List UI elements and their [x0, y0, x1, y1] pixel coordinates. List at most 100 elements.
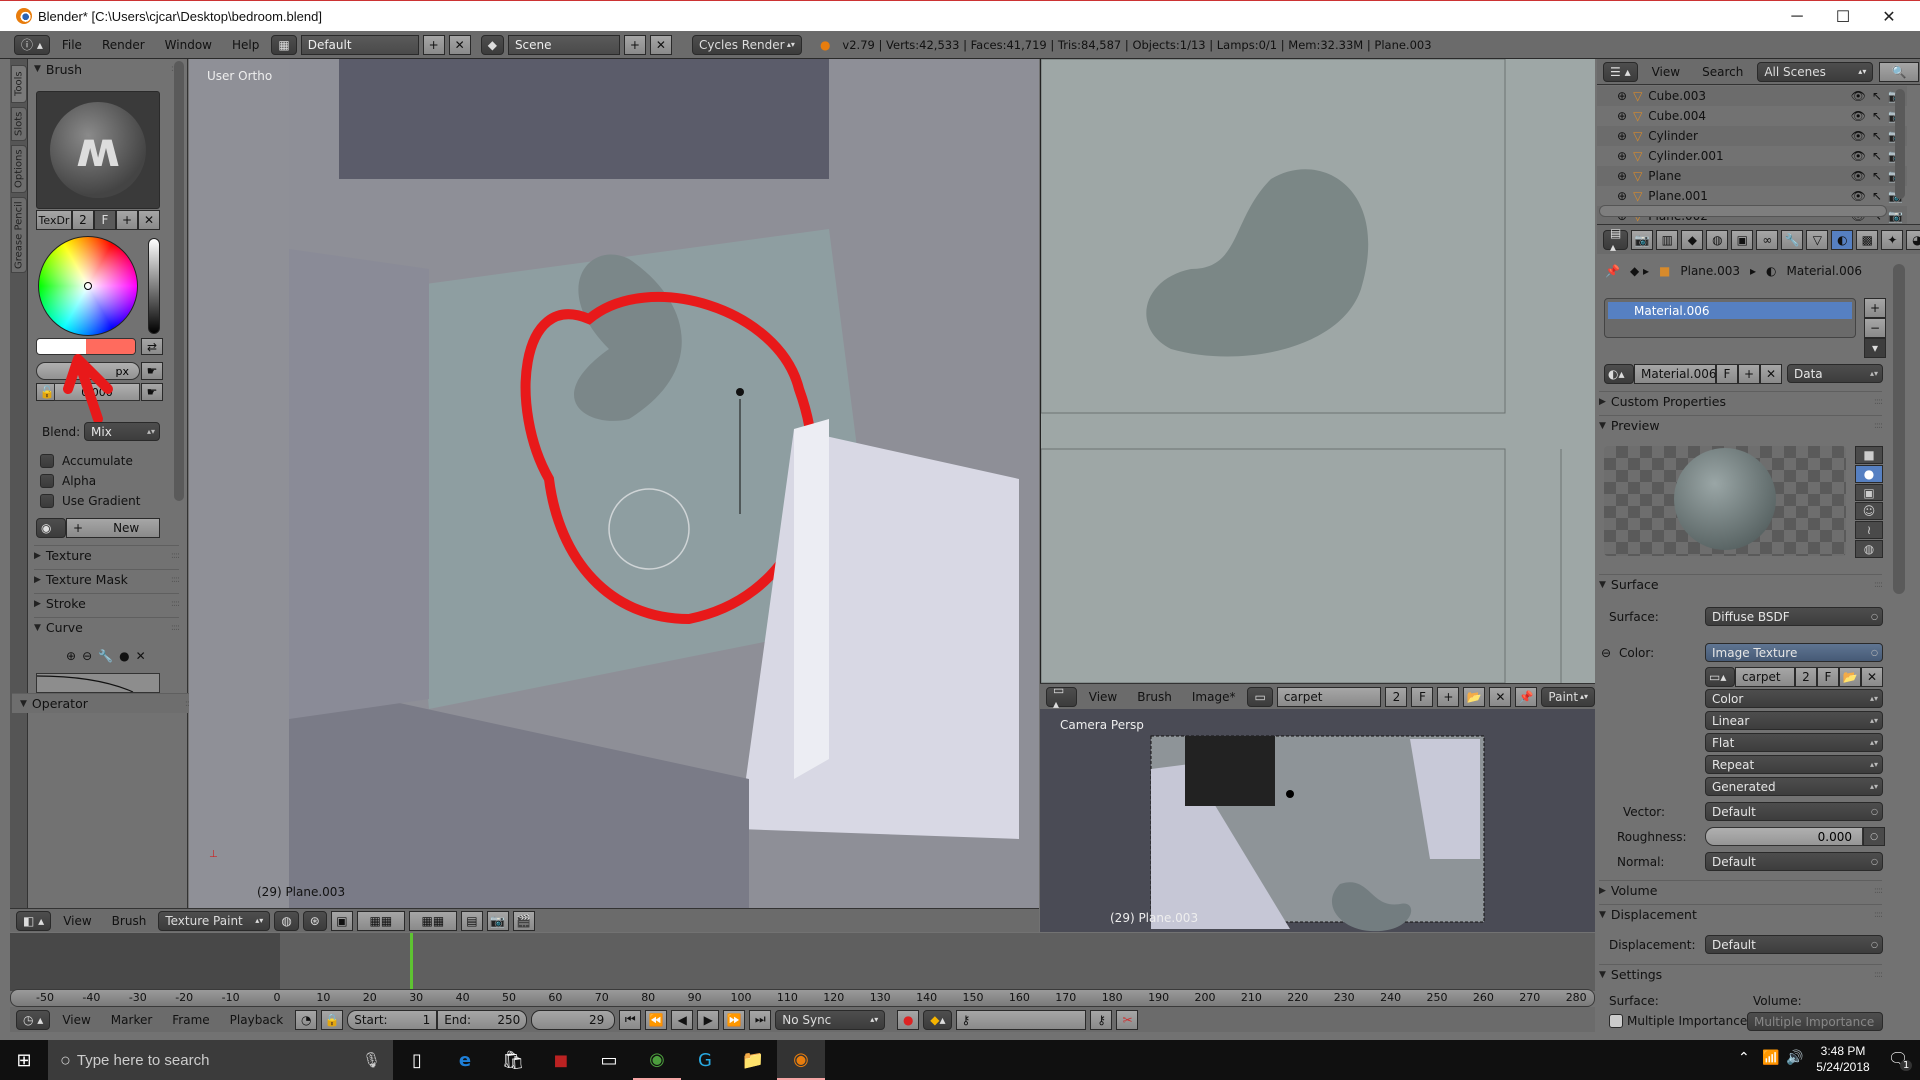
brush-preview[interactable]: ʍ [36, 91, 160, 209]
brush-users[interactable]: 2 [72, 210, 94, 230]
expand-icon[interactable]: ⊕ [1617, 129, 1627, 143]
brush-add-icon[interactable]: + [116, 210, 138, 230]
outliner-item[interactable]: ⊕▽Plane👁↖📷 [1597, 166, 1907, 186]
record-icon[interactable]: ● [897, 1009, 920, 1030]
object-tab-icon[interactable]: ▣ [1731, 229, 1754, 250]
menu-brush[interactable]: Brush [1129, 690, 1180, 704]
keying-set-field[interactable]: ⚷ [956, 1009, 1087, 1030]
open-image-icon[interactable]: 📂 [1463, 686, 1486, 707]
preview-hair-icon[interactable]: ≀ [1855, 521, 1883, 540]
physics-tab-icon[interactable]: ◕ [1906, 229, 1920, 250]
editor-type-outliner-icon[interactable]: ☰ ▴ [1603, 61, 1638, 82]
accumulate-checkbox[interactable] [40, 454, 54, 468]
brush-fake-user[interactable]: F [94, 210, 116, 230]
menu-brush[interactable]: Brush [104, 914, 155, 928]
search-icon[interactable]: 🔍 [1879, 61, 1920, 82]
menu-view[interactable]: View [55, 914, 99, 928]
insert-keyframe-icon[interactable]: ⚷ [1090, 1009, 1113, 1030]
visibility-eye-icon[interactable]: 👁 [1851, 189, 1866, 203]
color-space-dropdown[interactable]: Color ▴▾ [1705, 689, 1883, 708]
jump-start-icon[interactable]: ⏮ [619, 1009, 642, 1030]
image-field[interactable]: carpet [1735, 667, 1795, 687]
visibility-eye-icon[interactable]: 👁 [1851, 109, 1866, 123]
editor-type-timeline-icon[interactable]: ◷ ▴ [16, 1009, 51, 1030]
image-fake-user-toggle[interactable]: F [1817, 667, 1839, 687]
projection-dropdown[interactable]: Flat ▴▾ [1705, 733, 1883, 752]
image-fake-user[interactable]: F [1411, 686, 1434, 707]
preview-cube-icon[interactable]: ▣ [1855, 483, 1883, 502]
selectable-cursor-icon[interactable]: ↖ [1872, 169, 1882, 183]
start-windows-icon[interactable]: ⊞ [0, 1040, 48, 1080]
selectable-cursor-icon[interactable]: ↖ [1872, 89, 1882, 103]
start-frame-field[interactable]: Start: 1 [347, 1009, 438, 1030]
store-icon[interactable]: 🛍 [489, 1040, 537, 1080]
jump-keyframe-back-icon[interactable]: ⏪ [645, 1009, 668, 1030]
new-palette-button[interactable]: + New [66, 518, 160, 538]
playhead[interactable] [409, 933, 413, 991]
camera-viewport[interactable]: Camera Persp (29) Plane.003 [1040, 709, 1595, 932]
data-tab-icon[interactable]: ▽ [1806, 229, 1829, 250]
menu-view[interactable]: View [1644, 65, 1688, 79]
visibility-eye-icon[interactable]: 👁 [1851, 169, 1866, 183]
color-input-dropdown[interactable]: Image Texture ○ [1705, 643, 1883, 662]
frame-ruler[interactable]: -50 -40 -30 -20 -10 0 10 20 30 40 50 60 70 80 90 100 110… [10, 989, 1595, 1007]
tab-slots[interactable]: Slots [11, 107, 27, 141]
curve-point-icon[interactable]: ● [119, 649, 129, 663]
operator-panel-header[interactable]: ▼Operator:::: [12, 693, 194, 713]
palette-icon[interactable]: ◉ [36, 518, 66, 538]
texture-tab-icon[interactable]: ▩ [1856, 229, 1879, 250]
expand-icon[interactable]: ⊕ [1617, 89, 1627, 103]
add-slot-icon[interactable]: + [1864, 298, 1886, 318]
render-icon[interactable]: 📷 [486, 910, 509, 931]
material-browse-icon[interactable]: ◐▴ [1604, 364, 1634, 384]
viewport-shading-icon[interactable]: ◍ [274, 910, 299, 931]
slot-specials-icon[interactable]: ▾ [1864, 338, 1886, 358]
end-frame-field[interactable]: End: 250 [437, 1009, 528, 1030]
game-app-icon[interactable]: ◼ [537, 1040, 585, 1080]
editor-type-image-icon[interactable]: ▭ ▴ [1046, 683, 1077, 711]
curve-reset-icon[interactable]: ✕ [136, 649, 146, 663]
tab-options[interactable]: Options [11, 145, 27, 193]
maximize-button[interactable]: ☐ [1820, 1, 1866, 32]
menu-image[interactable]: Image* [1184, 690, 1244, 704]
selectable-cursor-icon[interactable]: ↖ [1872, 149, 1882, 163]
curve-panel-header[interactable]: ▼ Curve:::: [34, 617, 180, 637]
render-tab-icon[interactable]: 📷 [1631, 229, 1654, 250]
volume-icon[interactable]: 🔊 [1786, 1050, 1803, 1066]
properties-scrollbar[interactable] [1893, 264, 1905, 594]
lock-camera-icon[interactable]: ▤ [460, 910, 483, 931]
new-image-icon[interactable]: + [1437, 686, 1460, 707]
image-browse-icon[interactable]: ▭▴ [1705, 667, 1735, 687]
layout-icon[interactable]: ▦ [271, 34, 297, 55]
material-tab-icon[interactable]: ◐ [1831, 229, 1854, 250]
selectable-cursor-icon[interactable]: ↖ [1872, 129, 1882, 143]
mode-dropdown[interactable]: Texture Paint ▴▾ [158, 910, 271, 931]
toolshelf-scrollbar[interactable] [174, 61, 184, 501]
visibility-eye-icon[interactable]: 👁 [1851, 149, 1866, 163]
outliner-hscrollbar[interactable] [1599, 205, 1887, 217]
image-users[interactable]: 2 [1385, 686, 1408, 707]
scene-field[interactable]: Scene [507, 34, 620, 55]
alpha-checkbox[interactable] [40, 474, 54, 488]
menu-file[interactable]: File [54, 38, 90, 52]
task-view-icon[interactable]: ▯ [393, 1040, 441, 1080]
texture-mask-panel-header[interactable]: ▶ Texture Mask:::: [34, 569, 180, 589]
use-gradient-checkbox[interactable] [40, 494, 54, 508]
display-mode-dropdown[interactable]: All Scenes ▴▾ [1757, 61, 1874, 82]
outliner-item[interactable]: ⊕▽Cube.004👁↖📷 [1597, 106, 1907, 126]
brush-panel-header[interactable]: ▼Brush:::: [34, 59, 180, 79]
play-reverse-icon[interactable]: ◀ [671, 1009, 694, 1030]
oculus-icon[interactable]: ▭ [585, 1040, 633, 1080]
layers-icon[interactable]: ▦▦ [356, 910, 405, 931]
clock[interactable]: 3:48 PM 5/24/2018 [1808, 1043, 1878, 1075]
image-users-count[interactable]: 2 [1795, 667, 1817, 687]
tab-grease-pencil[interactable]: Grease Pencil [11, 197, 27, 273]
zoom-in-icon[interactable]: ⊕ [66, 649, 76, 663]
layout-field[interactable]: Default [300, 34, 419, 55]
renderable-camera-icon[interactable]: 📷 [1888, 209, 1903, 223]
remove-slot-icon[interactable]: − [1864, 318, 1886, 338]
editor-type-3d-icon[interactable]: ◧ ▴ [16, 910, 52, 931]
extension-dropdown[interactable]: Repeat ▴▾ [1705, 755, 1883, 774]
normal-dropdown[interactable]: Default ○ [1705, 852, 1883, 871]
add-scene-icon[interactable]: + [623, 34, 646, 55]
